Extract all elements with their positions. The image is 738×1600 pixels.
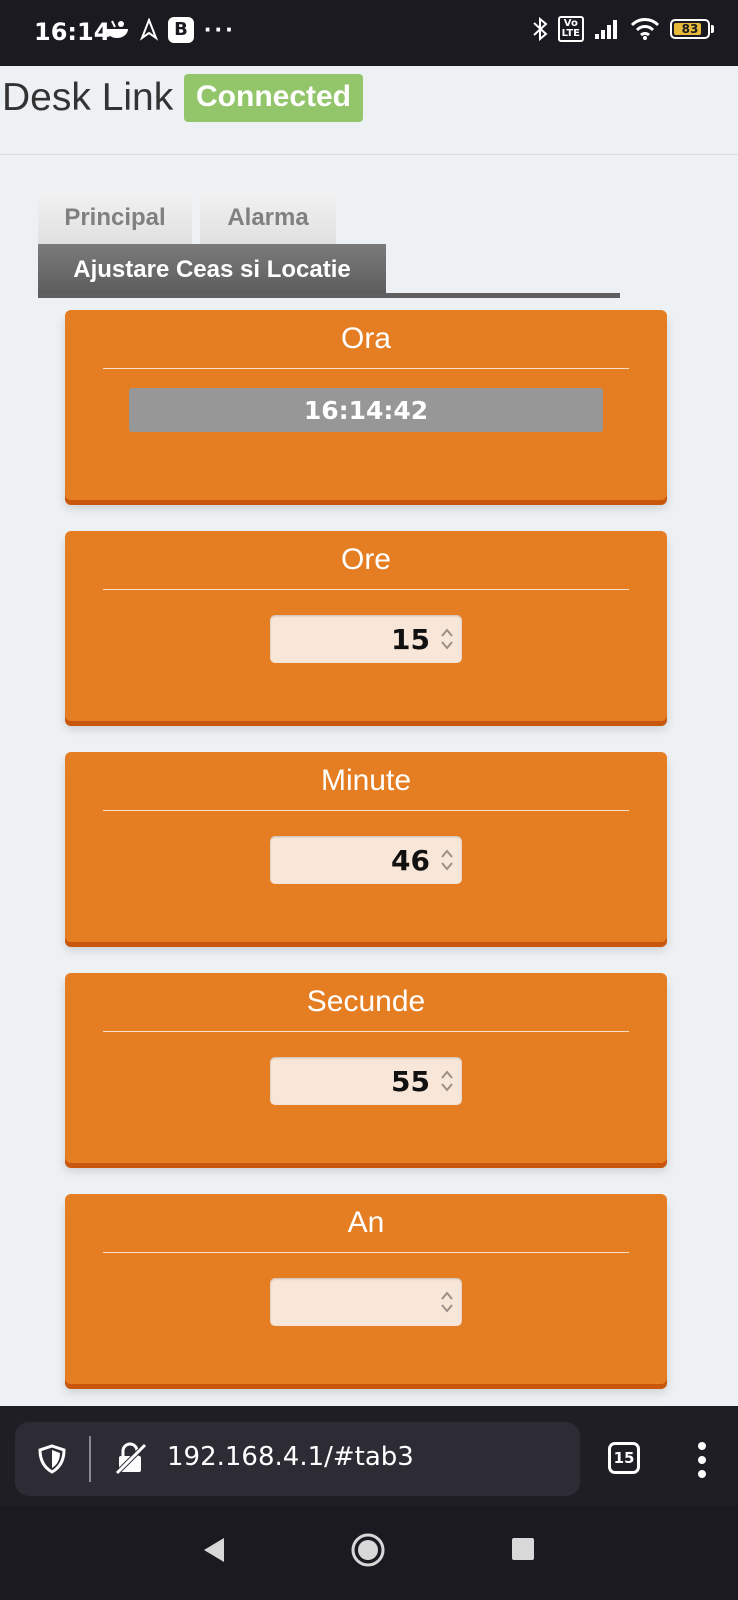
card-title-minute: Minute bbox=[320, 764, 412, 797]
app-b-icon: B bbox=[168, 16, 194, 43]
food-bowl-icon bbox=[106, 20, 128, 38]
card-title-ora: Ora bbox=[340, 322, 391, 355]
tab-alarma[interactable]: Alarma bbox=[200, 192, 336, 244]
status-time: 16:14 bbox=[34, 18, 111, 46]
minutes-value: 46 bbox=[391, 843, 430, 877]
volte-icon: Vo LTE bbox=[557, 16, 584, 42]
hours-value: 15 bbox=[391, 622, 430, 656]
divider bbox=[103, 368, 629, 369]
divider bbox=[103, 589, 629, 590]
shield-icon[interactable] bbox=[37, 1444, 67, 1474]
year-input[interactable] bbox=[270, 1278, 462, 1326]
battery-icon: 83 bbox=[670, 19, 710, 39]
spinner-arrows-icon[interactable] bbox=[440, 1288, 454, 1316]
card-minute: Minute 46 bbox=[65, 752, 667, 942]
spinner-arrows-icon[interactable] bbox=[440, 1067, 454, 1095]
app-header: Desk Link Connected bbox=[0, 66, 738, 155]
system-navigation-bar bbox=[0, 1506, 738, 1600]
current-time-display: 16:14:42 bbox=[129, 388, 603, 432]
connection-status-badge: Connected bbox=[184, 74, 364, 122]
app-title: Desk Link bbox=[2, 76, 174, 119]
hours-input[interactable]: 15 bbox=[270, 615, 462, 663]
url-separator bbox=[89, 1436, 91, 1482]
tab-underline bbox=[38, 293, 620, 298]
url-text[interactable]: 192.168.4.1/#tab3 bbox=[167, 1442, 414, 1472]
url-bar[interactable]: 192.168.4.1/#tab3 bbox=[15, 1422, 580, 1496]
back-icon[interactable] bbox=[202, 1536, 226, 1564]
recents-icon[interactable] bbox=[512, 1538, 534, 1560]
battery-level: 83 bbox=[681, 22, 699, 36]
divider bbox=[103, 1252, 629, 1253]
signal-icon bbox=[595, 20, 617, 39]
browser-toolbar: 192.168.4.1/#tab3 15 bbox=[0, 1406, 738, 1506]
seconds-input[interactable]: 55 bbox=[270, 1057, 462, 1105]
tab-ajustare-ceas-si-locatie[interactable]: Ajustare Ceas si Locatie bbox=[38, 244, 386, 296]
spinner-arrows-icon[interactable] bbox=[440, 625, 454, 653]
wifi-icon bbox=[630, 18, 660, 40]
spinner-arrows-icon[interactable] bbox=[440, 846, 454, 874]
tab-principal[interactable]: Principal bbox=[38, 192, 192, 244]
insecure-lock-icon[interactable] bbox=[113, 1440, 149, 1476]
divider bbox=[103, 810, 629, 811]
navigation-arrow-icon bbox=[140, 17, 158, 41]
card-title-ore: Ore bbox=[340, 543, 391, 576]
minutes-input[interactable]: 46 bbox=[270, 836, 462, 884]
divider bbox=[103, 1031, 629, 1032]
card-title-an: An bbox=[347, 1206, 385, 1239]
system-status-bar: 16:14 B ··· Vo LTE 83 bbox=[0, 0, 738, 66]
bluetooth-icon bbox=[532, 16, 548, 42]
more-notifications-icon: ··· bbox=[204, 14, 236, 44]
card-ora: Ora 16:14:42 bbox=[65, 310, 667, 500]
card-ore: Ore 15 bbox=[65, 531, 667, 721]
seconds-value: 55 bbox=[391, 1064, 430, 1098]
card-title-secunde: Secunde bbox=[306, 985, 426, 1018]
card-secunde: Secunde 55 bbox=[65, 973, 667, 1163]
tab-count-button[interactable]: 15 bbox=[608, 1442, 640, 1474]
card-an: An bbox=[65, 1194, 667, 1384]
more-menu-icon[interactable] bbox=[692, 1440, 712, 1480]
home-icon[interactable] bbox=[350, 1532, 386, 1568]
